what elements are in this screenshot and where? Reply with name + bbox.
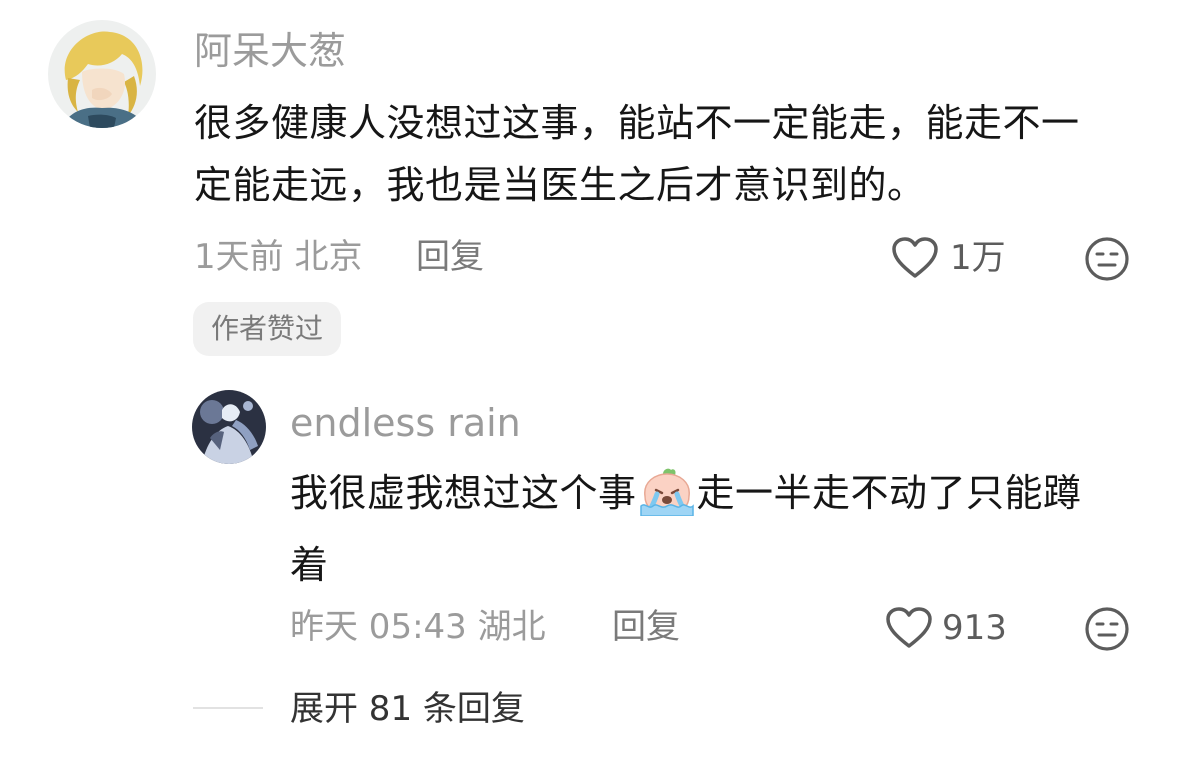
comment-text: 很多健康人没想过这事，能站不一定能走，能走不一定能走远，我也是当医生之后才意识到… [194,101,1080,207]
commenter-avatar[interactable] [48,20,156,128]
replier-username[interactable]: endless rain [290,404,521,442]
reply-like-button[interactable]: 913 [884,604,1007,652]
expand-divider [193,707,263,709]
reply-like-count: 913 [942,608,1007,648]
reply-reply-button[interactable]: 回复 [612,610,680,644]
replier-avatar[interactable] [192,390,266,464]
meh-face-icon[interactable] [1084,606,1130,652]
crying-peach-emoji [639,466,695,534]
heart-outline-icon [890,236,940,280]
reply-meta: 昨天 05:43 湖北 [290,607,546,647]
expand-replies-button[interactable]: 展开 81 条回复 [290,692,525,726]
meh-face-icon[interactable] [1084,236,1130,282]
comment-like-count: 1万 [950,238,1006,278]
commenter-username[interactable]: 阿呆大葱 [194,32,346,70]
reply-text-part-1: 我很虚我想过这个事 [290,471,637,515]
comment-like-button[interactable]: 1万 [890,234,1006,282]
author-liked-badge: 作者赞过 [193,302,342,356]
heart-outline-icon [884,606,934,650]
reply-text: 我很虚我想过这个事 走一半走不动了只能蹲着 [290,462,1120,596]
comment-reply-button[interactable]: 回复 [416,240,484,274]
comment-meta: 1天前 北京 [194,237,363,277]
